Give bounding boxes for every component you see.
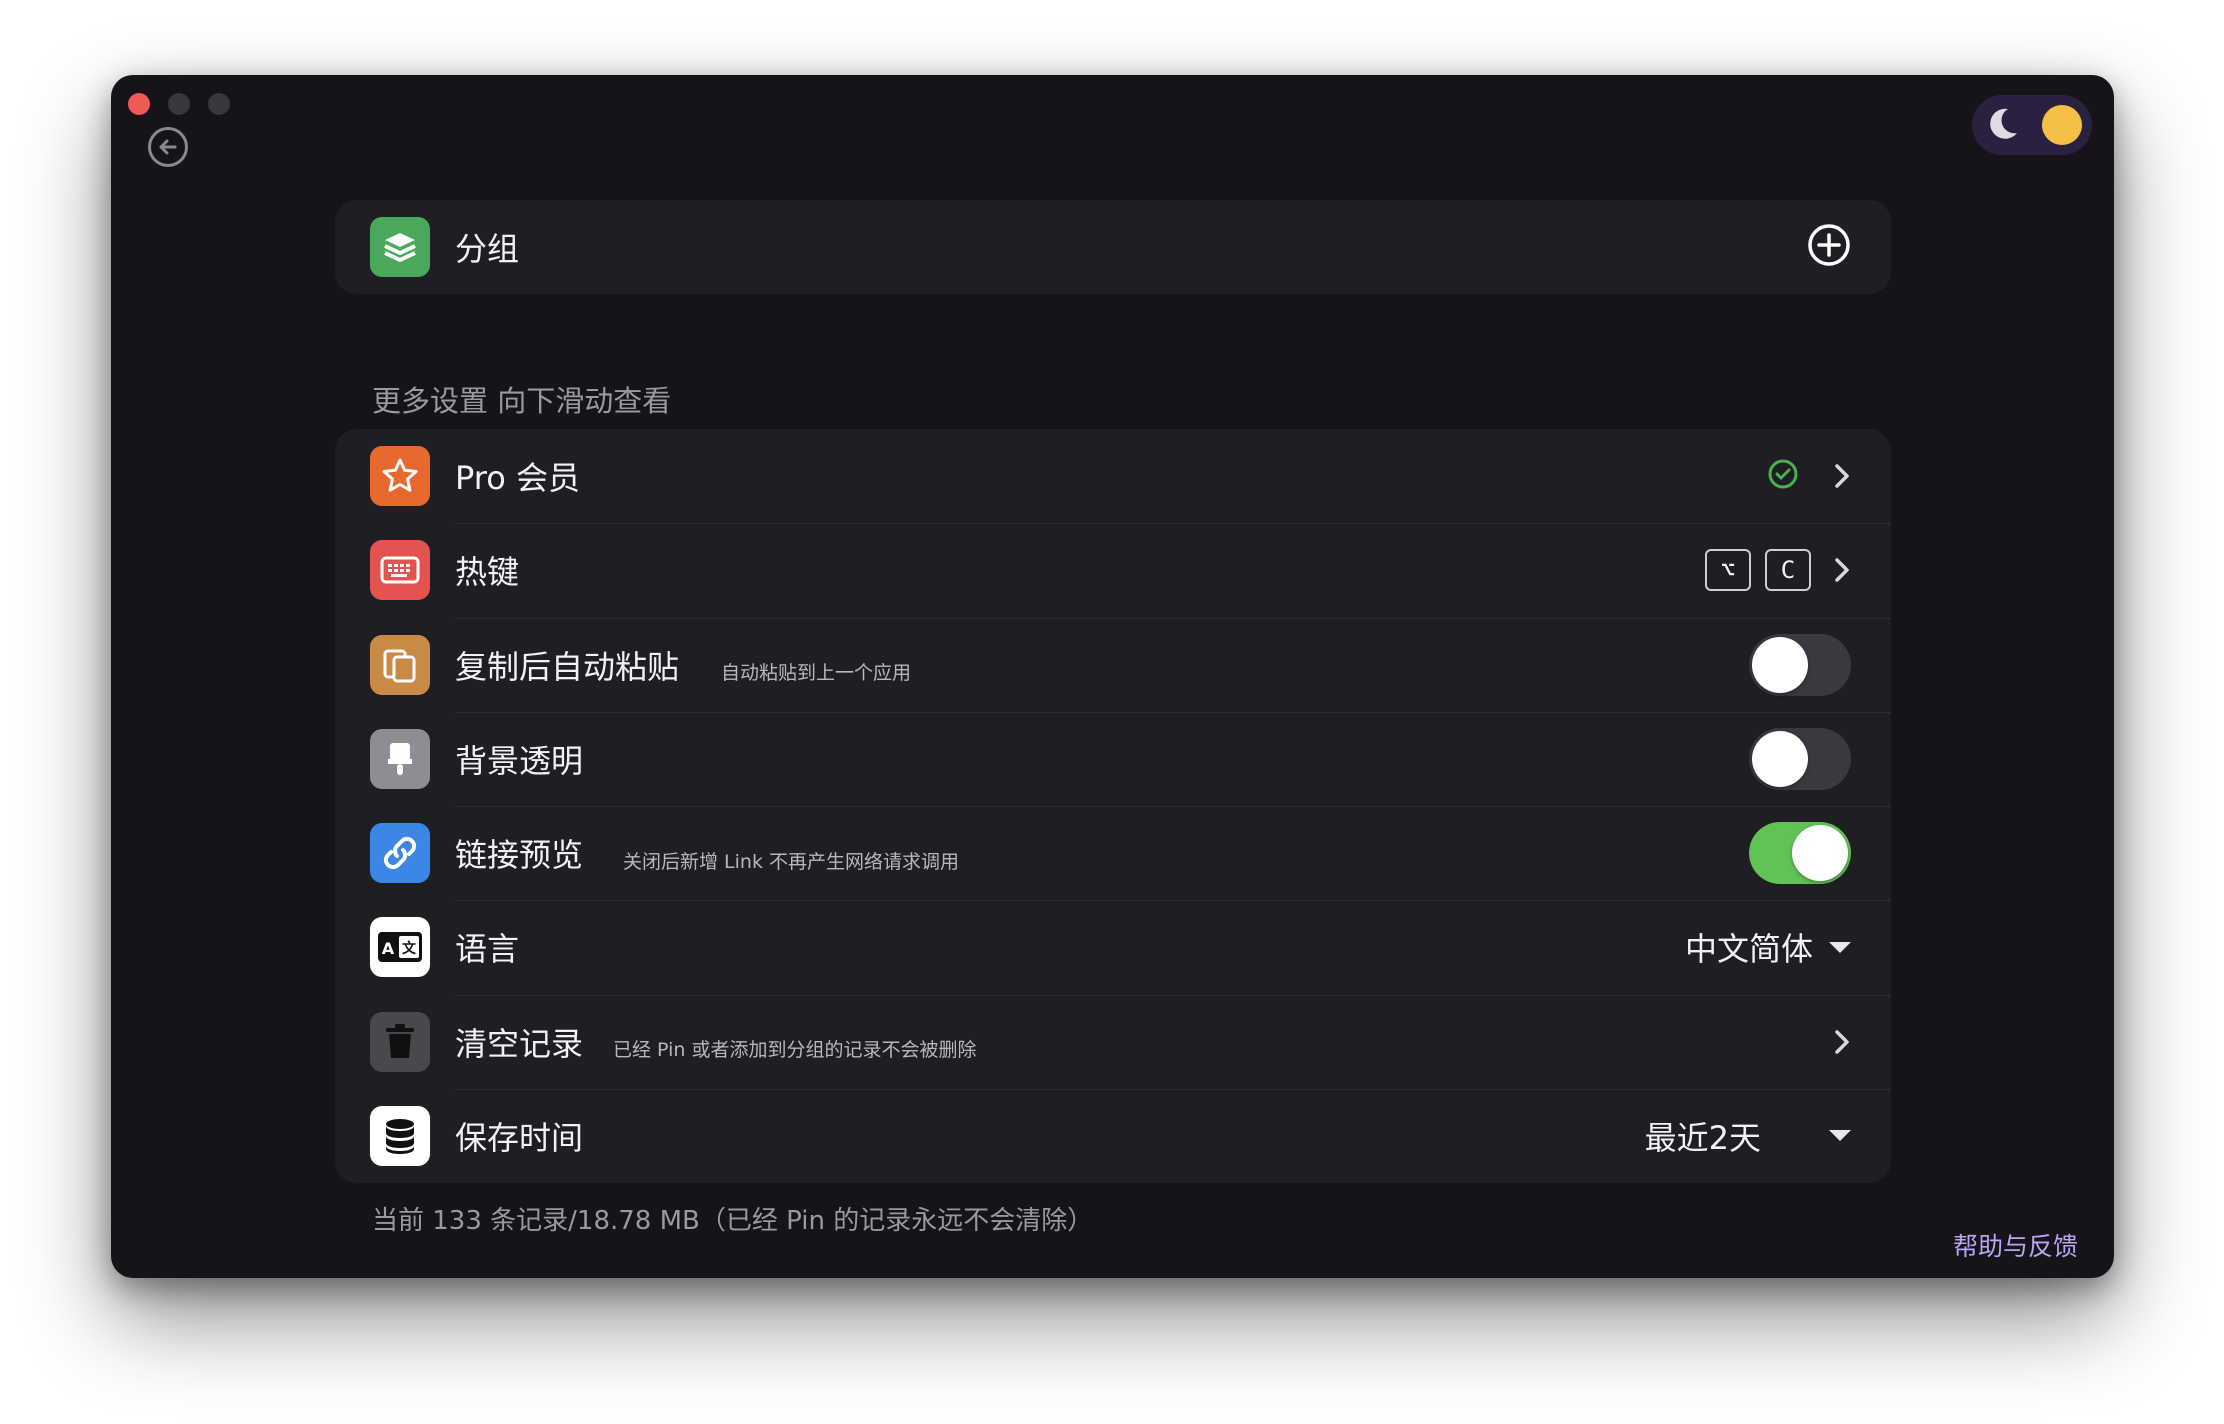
theme-toggle[interactable]: [1972, 95, 2092, 155]
auto-paste-toggle[interactable]: [1749, 633, 1851, 696]
sun-icon: [2042, 105, 2082, 145]
minimize-window-button[interactable]: [168, 93, 190, 115]
trash-icon: [370, 1011, 430, 1072]
copy-icon: [370, 634, 430, 695]
retention-value: 最近2天: [1644, 1118, 1761, 1157]
settings-row-transparent-bg: 背景透明: [335, 711, 1891, 806]
language-label: 语言: [455, 930, 520, 969]
group-label: 分组: [455, 230, 520, 268]
moon-icon: [1982, 103, 2022, 147]
storage-info-note: 当前 133 条记录/18.78 MB（已经 Pin 的记录永远不会清除）: [372, 1206, 1094, 1236]
check-circle-icon: [1767, 458, 1799, 494]
auto-paste-label: 复制后自动粘贴: [455, 647, 680, 686]
settings-row-retention: 保存时间 最近2天: [335, 1088, 1891, 1183]
language-select[interactable]: 中文简体: [1685, 924, 1851, 970]
section-title: 更多设置 向下滑动查看: [372, 384, 672, 418]
settings-row-auto-paste: 复制后自动粘贴 自动粘贴到上一个应用: [335, 617, 1891, 712]
layers-icon: [370, 217, 430, 277]
translate-icon: A 文: [370, 917, 430, 978]
database-icon: [370, 1105, 430, 1166]
pro-label: Pro 会员: [455, 459, 580, 498]
svg-text:文: 文: [402, 940, 417, 957]
clear-history-description: 已经 Pin 或者添加到分组的记录不会被删除: [613, 1039, 977, 1062]
help-feedback-link[interactable]: 帮助与反馈: [1953, 1227, 2078, 1263]
maximize-window-button[interactable]: [208, 93, 230, 115]
link-preview-description: 关闭后新增 Link 不再产生网络请求调用: [623, 850, 960, 873]
link-preview-toggle[interactable]: [1749, 822, 1851, 885]
back-arrow-icon[interactable]: [148, 127, 188, 167]
link-icon: [370, 823, 430, 884]
hotkey-label: 热键: [455, 553, 520, 592]
chevron-right-icon: [1811, 462, 1851, 490]
settings-row-pro[interactable]: Pro 会员: [335, 429, 1891, 523]
chevron-right-icon: [1811, 556, 1851, 584]
app-window: 分组 更多设置 向下滑动查看 Pro 会员 热键 ⌥ C 复制后自动粘贴 自动粘…: [111, 75, 2114, 1278]
traffic-lights: [128, 93, 230, 115]
svg-text:A: A: [382, 939, 395, 958]
hotkey-key-c: C: [1765, 549, 1811, 592]
brush-icon: [370, 728, 430, 789]
settings-card: Pro 会员 热键 ⌥ C 复制后自动粘贴 自动粘贴到上一个应用 背景透明 链接…: [335, 429, 1891, 1183]
chevron-right-icon: [1811, 1028, 1851, 1056]
settings-row-language: A 文 语言 中文简体: [335, 900, 1891, 994]
star-icon: [370, 446, 430, 507]
close-window-button[interactable]: [128, 93, 150, 115]
settings-row-hotkey[interactable]: 热键 ⌥ C: [335, 523, 1891, 617]
chevron-down-icon: [1829, 941, 1851, 953]
auto-paste-description: 自动粘贴到上一个应用: [721, 662, 912, 685]
retention-label: 保存时间: [455, 1118, 584, 1157]
link-preview-label: 链接预览: [455, 836, 584, 875]
language-value: 中文简体: [1684, 930, 1813, 969]
transparent-bg-label: 背景透明: [455, 741, 584, 780]
group-card: 分组: [335, 200, 1891, 294]
retention-select[interactable]: 最近2天: [1645, 1113, 1851, 1159]
clear-history-label: 清空记录: [455, 1024, 584, 1063]
transparent-bg-toggle[interactable]: [1749, 727, 1851, 790]
chevron-down-icon: [1829, 1130, 1851, 1142]
plus-circle-icon[interactable]: [1807, 223, 1851, 271]
settings-row-clear-history[interactable]: 清空记录 已经 Pin 或者添加到分组的记录不会被删除: [335, 994, 1891, 1089]
settings-row-link-preview: 链接预览 关闭后新增 Link 不再产生网络请求调用: [335, 806, 1891, 900]
keyboard-icon: [370, 540, 430, 601]
hotkey-key-option: ⌥: [1705, 549, 1751, 592]
